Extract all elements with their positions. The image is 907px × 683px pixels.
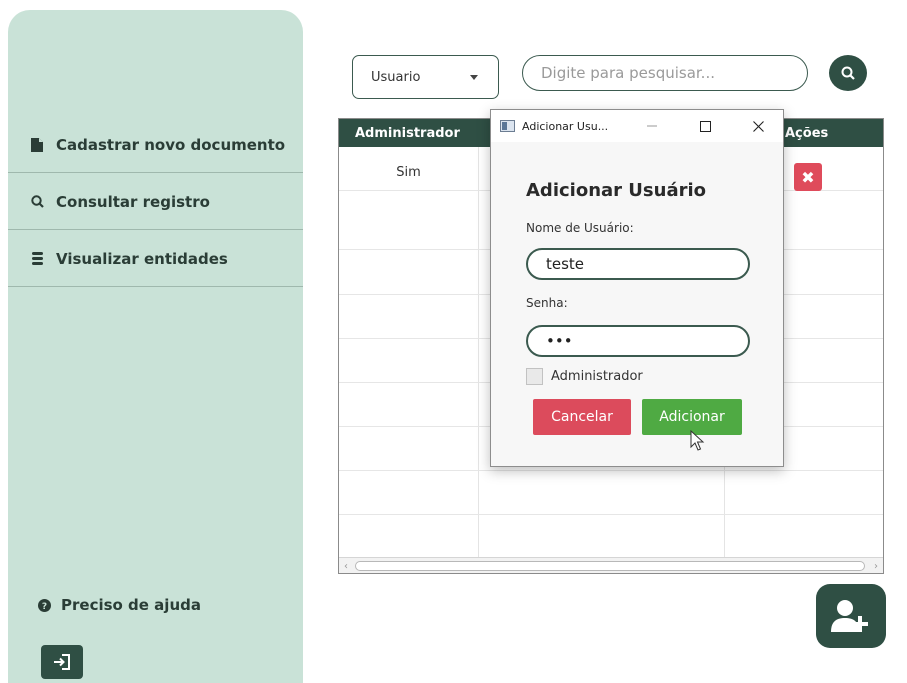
search-input[interactable] [522, 55, 808, 91]
delete-button[interactable]: ✖ [794, 163, 822, 191]
column-header-administrador[interactable]: Administrador [355, 119, 460, 147]
username-label: Nome de Usuário: [526, 221, 634, 235]
admin-checkbox-label: Administrador [551, 369, 643, 384]
help-label: Preciso de ajuda [61, 596, 201, 614]
logout-button[interactable] [41, 645, 83, 679]
username-field[interactable] [526, 248, 750, 280]
file-icon [30, 137, 44, 152]
table-row [339, 515, 883, 559]
minimize-icon [647, 121, 657, 131]
search-icon [841, 66, 855, 80]
scroll-left-icon[interactable]: ‹ [339, 558, 353, 573]
sidebar-item-label: Cadastrar novo documento [56, 135, 286, 154]
question-circle-icon: ? [38, 598, 51, 612]
maximize-icon [699, 120, 711, 132]
cancel-button[interactable]: Cancelar [533, 399, 631, 435]
horizontal-scrollbar[interactable]: ‹ › [339, 557, 883, 573]
database-icon [30, 252, 44, 265]
window-app-icon [500, 120, 515, 132]
sidebar-item-cadastrar[interactable]: Cadastrar novo documento [8, 117, 303, 173]
scroll-right-icon[interactable]: › [869, 558, 883, 573]
add-user-dialog: Adicionar Usu... Adicionar Usuário Nome … [490, 109, 784, 467]
cell-administrador: Sim [396, 165, 421, 180]
admin-checkbox[interactable] [526, 368, 543, 385]
close-button[interactable] [743, 110, 773, 142]
caret-down-icon [470, 75, 478, 80]
maximize-button[interactable] [690, 110, 720, 142]
sidebar-item-label: Visualizar entidades [56, 249, 228, 268]
minimize-button[interactable] [637, 110, 667, 142]
close-icon [752, 120, 764, 132]
search-icon [30, 195, 44, 208]
sidebar-item-label: Consultar registro [56, 192, 210, 211]
sidebar: Cadastrar novo documento Consultar regis… [8, 10, 303, 683]
search-button[interactable] [829, 55, 867, 91]
dialog-titlebar[interactable]: Adicionar Usu... [491, 110, 783, 142]
help-link[interactable]: ? Preciso de ajuda [38, 596, 201, 614]
entity-select[interactable]: Usuario [352, 55, 499, 99]
entity-select-value: Usuario [371, 69, 421, 85]
add-user-icon [831, 599, 871, 633]
sidebar-item-consultar[interactable]: Consultar registro [8, 174, 303, 230]
svg-text:?: ? [42, 602, 47, 612]
password-field[interactable] [526, 325, 750, 357]
column-header-acoes[interactable]: Ações [785, 119, 828, 147]
mouse-pointer-icon [690, 429, 706, 456]
password-label: Senha: [526, 296, 568, 310]
admin-checkbox-row[interactable]: Administrador [526, 368, 643, 385]
add-user-button[interactable] [816, 584, 886, 648]
sidebar-item-visualizar[interactable]: Visualizar entidades [8, 231, 303, 287]
logout-icon [53, 654, 71, 670]
table-row [339, 471, 883, 515]
scroll-thumb[interactable] [355, 561, 865, 571]
dialog-window-title: Adicionar Usu... [522, 119, 609, 133]
dialog-title: Adicionar Usuário [526, 180, 706, 201]
